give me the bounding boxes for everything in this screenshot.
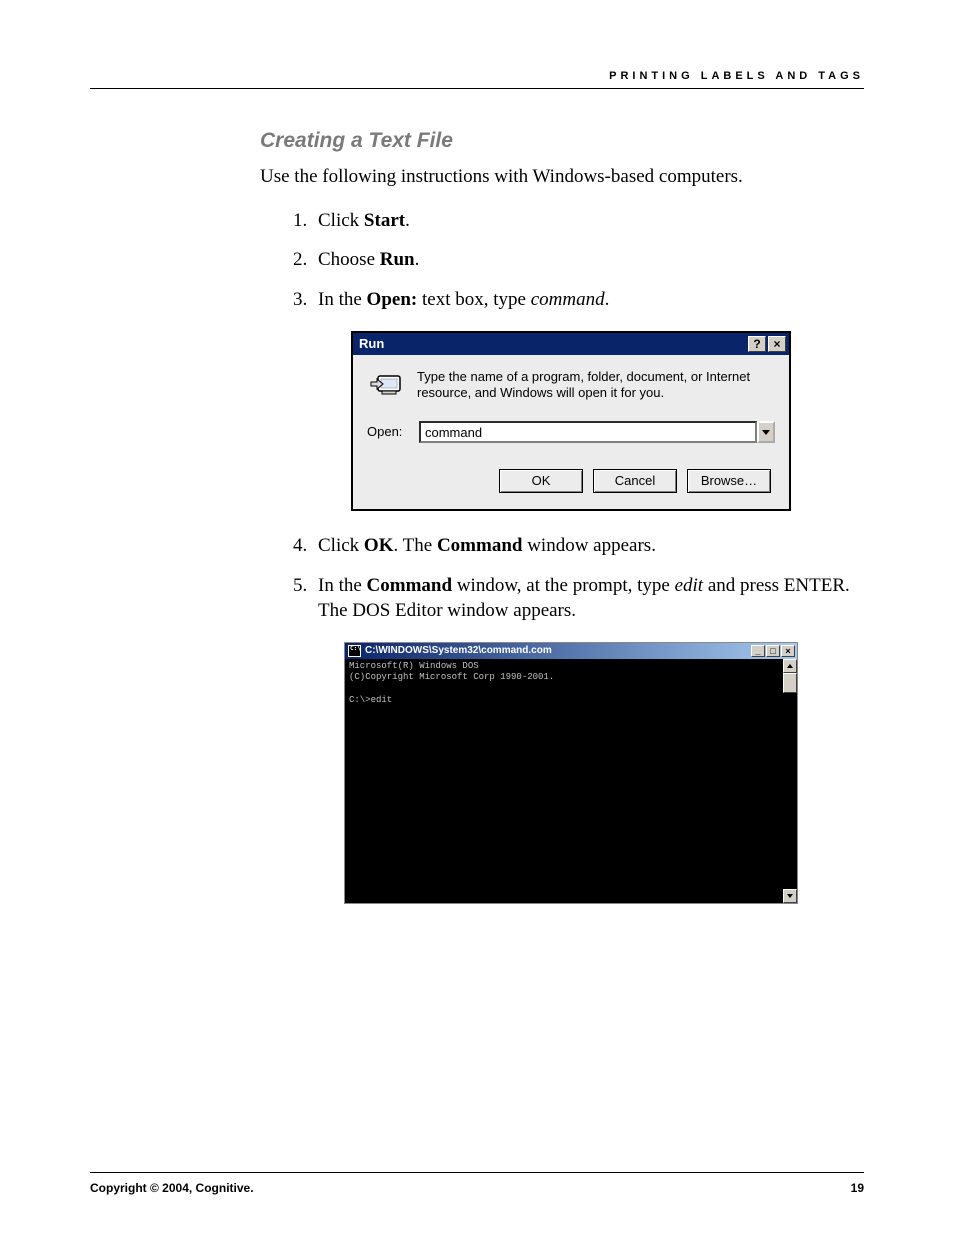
step-5: In the Command window, at the prompt, ty… bbox=[312, 573, 864, 904]
scroll-thumb[interactable] bbox=[783, 673, 797, 693]
section-title: Creating a Text File bbox=[260, 129, 864, 153]
combo-dropdown-button[interactable] bbox=[757, 421, 775, 443]
page-number: 19 bbox=[851, 1181, 864, 1195]
maximize-button[interactable]: □ bbox=[766, 645, 780, 657]
step-3: In the Open: text box, type command. Run… bbox=[312, 287, 864, 511]
ok-button[interactable]: OK bbox=[499, 469, 583, 493]
browse-button[interactable]: Browse… bbox=[687, 469, 771, 493]
cmd-close-button[interactable]: × bbox=[781, 645, 795, 657]
step-1: Click Start. bbox=[312, 208, 864, 234]
scroll-up-button[interactable] bbox=[783, 659, 797, 673]
run-dialog: Run ? × bbox=[351, 331, 791, 512]
page-footer: Copyright © 2004, Cognitive. 19 bbox=[90, 1172, 864, 1195]
command-titlebar[interactable]: C:\WINDOWS\System32\command.com _ □ × bbox=[345, 643, 797, 659]
close-button[interactable]: × bbox=[768, 336, 786, 352]
command-window: C:\WINDOWS\System32\command.com _ □ × Mi… bbox=[344, 642, 798, 904]
command-title-icon bbox=[348, 645, 361, 657]
command-terminal[interactable]: Microsoft(R) Windows DOS (C)Copyright Mi… bbox=[345, 659, 783, 903]
minimize-button[interactable]: _ bbox=[751, 645, 765, 657]
section-intro: Use the following instructions with Wind… bbox=[260, 165, 864, 190]
cancel-button[interactable]: Cancel bbox=[593, 469, 677, 493]
open-combobox[interactable] bbox=[419, 421, 775, 443]
open-input[interactable] bbox=[419, 421, 757, 443]
copyright-text: Copyright © 2004, Cognitive. bbox=[90, 1181, 254, 1195]
run-icon bbox=[367, 371, 405, 399]
command-scrollbar[interactable] bbox=[783, 659, 797, 903]
scroll-down-button[interactable] bbox=[783, 889, 797, 903]
help-button[interactable]: ? bbox=[748, 336, 766, 352]
run-dialog-titlebar[interactable]: Run ? × bbox=[353, 333, 789, 355]
step-2: Choose Run. bbox=[312, 247, 864, 273]
run-description: Type the name of a program, folder, docu… bbox=[417, 369, 775, 402]
footer-rule bbox=[90, 1172, 864, 1173]
command-title: C:\WINDOWS\System32\command.com bbox=[365, 644, 750, 658]
open-label: Open: bbox=[367, 423, 407, 441]
steps-list: Click Start. Choose Run. In the Open: te… bbox=[260, 208, 864, 904]
run-dialog-title: Run bbox=[359, 335, 746, 353]
step-4: Click OK. The Command window appears. bbox=[312, 533, 864, 559]
head-rule bbox=[90, 88, 864, 89]
running-head: PRINTING LABELS AND TAGS bbox=[90, 70, 864, 82]
